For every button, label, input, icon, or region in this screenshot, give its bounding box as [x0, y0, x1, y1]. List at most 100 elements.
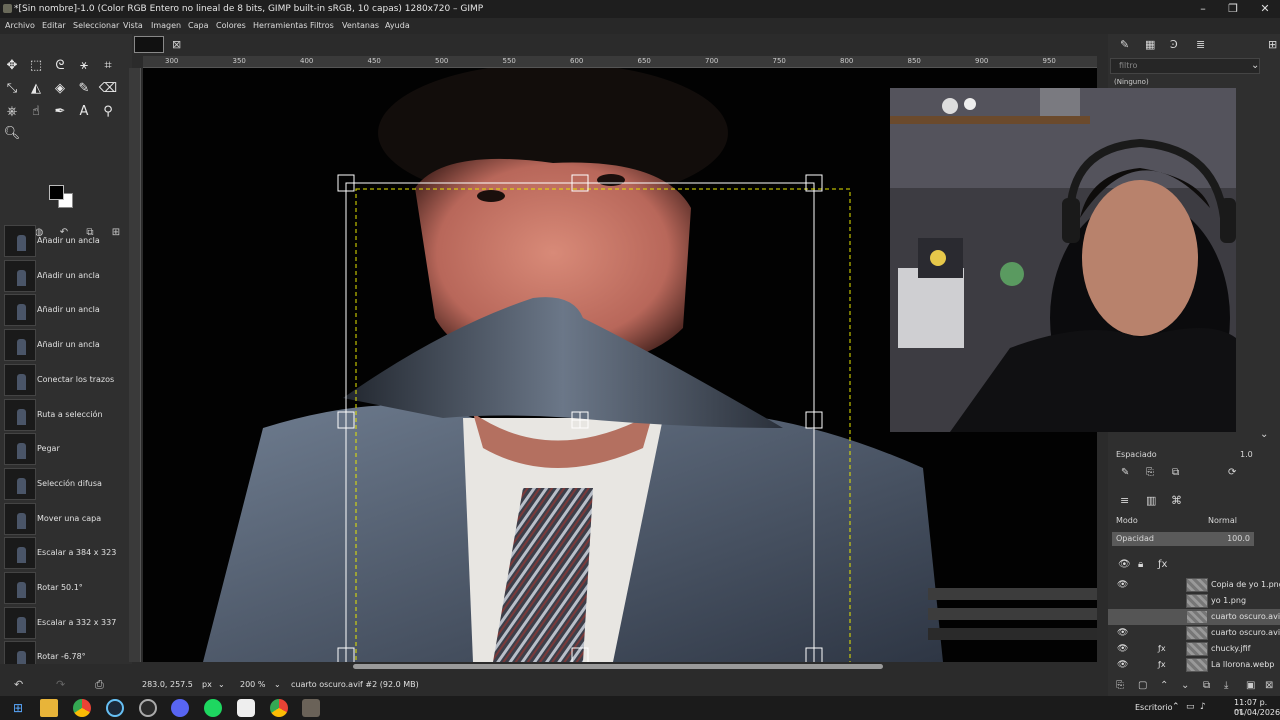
capcut-icon[interactable]: [237, 699, 255, 717]
history-item[interactable]: Rotar 50.1°: [2, 571, 124, 605]
menu-herramientas[interactable]: Herramientas: [253, 18, 308, 34]
history-item[interactable]: Mover una capa: [2, 502, 124, 536]
delete-layer-icon[interactable]: ⊠: [1265, 680, 1273, 691]
raise-layer-icon[interactable]: ⌃: [1160, 680, 1168, 691]
spotify-icon[interactable]: [204, 699, 222, 717]
fx-icon[interactable]: ƒx: [1158, 641, 1166, 657]
menu-vista[interactable]: Vista: [123, 18, 143, 34]
chrome-icon[interactable]: [73, 699, 91, 717]
maximize-button[interactable]: ❐: [1218, 0, 1248, 18]
chrome-profile-icon[interactable]: [270, 699, 288, 717]
fx-icon[interactable]: ƒx: [1158, 657, 1166, 673]
clock-date[interactable]: 01/04/2026: [1234, 708, 1280, 717]
menu-colores[interactable]: Colores: [216, 18, 246, 34]
close-tab-icon[interactable]: ⊠: [172, 38, 181, 51]
warp-tool-icon[interactable]: ◭: [26, 79, 46, 99]
desktop-label[interactable]: Escritorio: [1135, 703, 1173, 712]
mode-select[interactable]: Normal: [1208, 516, 1237, 525]
duplicate-layer-icon[interactable]: ⧉: [1203, 680, 1210, 691]
discord-icon[interactable]: [171, 699, 189, 717]
chevron-down-icon[interactable]: ⌄: [274, 674, 281, 696]
eye-icon[interactable]: 👁︎: [1117, 577, 1128, 593]
gimp-taskbar-icon[interactable]: [302, 699, 320, 717]
unit-select[interactable]: px: [202, 674, 230, 696]
crop-tool-icon[interactable]: ⌗: [98, 56, 118, 76]
smudge-tool-icon[interactable]: ☝: [26, 102, 46, 122]
color-picker-tool-icon[interactable]: ⚲: [98, 102, 118, 122]
history-item[interactable]: Conectar los trazos: [2, 363, 124, 397]
layer-row[interactable]: cuarto oscuro.avif: [1108, 609, 1280, 625]
history-item[interactable]: Escalar a 332 x 337: [2, 606, 124, 640]
lasso-tool-icon[interactable]: ᘓ: [50, 56, 70, 76]
windows-start-icon[interactable]: ⊞: [13, 701, 23, 715]
chevron-down-icon[interactable]: ⌄: [1251, 60, 1259, 71]
scrollbar-thumb[interactable]: [353, 664, 883, 669]
merge-down-icon[interactable]: ⤓: [1224, 680, 1228, 691]
new-brush-icon[interactable]: ⎘: [1146, 467, 1154, 478]
zoom-tool-icon[interactable]: 🔍︎: [2, 124, 22, 144]
duplicate-brush-icon[interactable]: ⧉: [1172, 467, 1179, 478]
brushes-tab-icon[interactable]: ✎: [1120, 38, 1129, 51]
history-item[interactable]: Selección difusa: [2, 467, 124, 501]
file-explorer-icon[interactable]: [40, 699, 58, 717]
move-tool-icon[interactable]: ✥: [2, 56, 22, 76]
menu-capa[interactable]: Capa: [188, 18, 208, 34]
menu-filtros[interactable]: Filtros: [310, 18, 334, 34]
menu-imagen[interactable]: Imagen: [151, 18, 181, 34]
obs-icon[interactable]: [139, 699, 157, 717]
documents-tab-icon[interactable]: ≣: [1196, 38, 1205, 51]
undo-icon[interactable]: ↶: [14, 678, 23, 691]
tray-chevron-icon[interactable]: ⌃: [1172, 702, 1180, 712]
chevron-down-icon[interactable]: ⌄: [218, 674, 225, 696]
minimize-button[interactable]: –: [1188, 0, 1218, 18]
path-tool-icon[interactable]: ✒: [50, 102, 70, 122]
menu-ventanas[interactable]: Ventanas: [342, 18, 379, 34]
new-layer-icon[interactable]: ⎘: [1116, 680, 1124, 691]
fonts-tab-icon[interactable]: Ꜿ: [1170, 38, 1178, 51]
history-item[interactable]: Rotar -6.78°: [2, 640, 124, 664]
history-item[interactable]: Añadir un ancla: [2, 259, 124, 293]
transform-tool-icon[interactable]: ⤡: [2, 79, 22, 99]
foreground-color-swatch[interactable]: [49, 185, 64, 200]
menu-archivo[interactable]: Archivo: [5, 18, 35, 34]
brush-filter-input[interactable]: filtro: [1110, 58, 1260, 74]
layer-row[interactable]: 👁︎ cuarto oscuro.avif: [1108, 625, 1280, 641]
lower-layer-icon[interactable]: ⌄: [1181, 680, 1189, 691]
redo-icon[interactable]: ↷: [56, 678, 65, 691]
rect-select-tool-icon[interactable]: ⬚: [26, 56, 46, 76]
menu-editar[interactable]: Editar: [42, 18, 66, 34]
layer-row[interactable]: yo 1.png: [1108, 593, 1280, 609]
history-item[interactable]: Pegar: [2, 432, 124, 466]
menu-seleccionar[interactable]: Seleccionar: [73, 18, 119, 34]
menu-ayuda[interactable]: Ayuda: [385, 18, 410, 34]
history-item[interactable]: Ruta a selección: [2, 398, 124, 432]
image-tab[interactable]: ⊠: [134, 36, 190, 54]
clone-tool-icon[interactable]: ⎈: [2, 102, 22, 122]
layers-tab-icon[interactable]: ≡: [1120, 494, 1129, 507]
volume-icon[interactable]: ♪: [1200, 702, 1206, 712]
history-item[interactable]: Escalar a 384 x 323: [2, 536, 124, 570]
paintbrush-tool-icon[interactable]: ✎: [74, 79, 94, 99]
dock-menu-icon[interactable]: ⊞: [1268, 38, 1277, 51]
eraser-tool-icon[interactable]: ⌫: [98, 79, 118, 99]
edit-brush-icon[interactable]: ✎: [1121, 467, 1129, 478]
channels-tab-icon[interactable]: ▥: [1146, 494, 1156, 507]
eye-icon[interactable]: 👁︎: [1117, 641, 1128, 657]
eye-icon[interactable]: 👁︎: [1117, 657, 1128, 673]
spacing-value[interactable]: 1.0: [1240, 450, 1253, 459]
opacity-slider[interactable]: Opacidad 100.0: [1112, 532, 1254, 546]
bucket-fill-tool-icon[interactable]: ◈: [50, 79, 70, 99]
mask-icon[interactable]: ▣: [1246, 680, 1255, 691]
history-item[interactable]: Añadir un ancla: [2, 293, 124, 327]
text-tool-icon[interactable]: A: [74, 102, 94, 122]
refresh-brushes-icon[interactable]: ⟳: [1228, 467, 1236, 478]
layer-row[interactable]: 👁︎ Copia de yo 1.png: [1108, 577, 1280, 593]
layer-row[interactable]: 👁︎ ƒx La llorona.webp: [1108, 657, 1280, 673]
paths-tab-icon[interactable]: ⌘: [1171, 494, 1182, 507]
steam-icon[interactable]: [106, 699, 124, 717]
new-group-icon[interactable]: ▢: [1138, 680, 1147, 691]
layer-row[interactable]: 👁︎ ƒx chucky.jfif: [1108, 641, 1280, 657]
history-item[interactable]: Añadir un ancla: [2, 224, 124, 258]
fuzzy-select-tool-icon[interactable]: ⚹: [74, 56, 94, 76]
close-button[interactable]: ✕: [1250, 0, 1280, 18]
